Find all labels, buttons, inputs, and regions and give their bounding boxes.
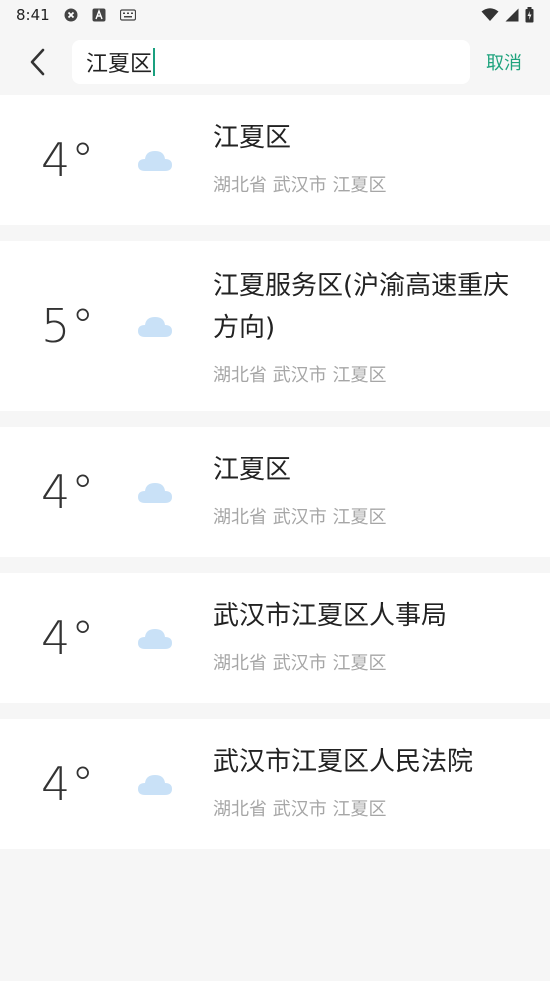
cloud-icon — [138, 483, 172, 503]
result-texts: 江夏服务区(沪渝高速重庆方向) 湖北省 武汉市 江夏区 — [213, 265, 530, 387]
temperature: 4° — [41, 133, 96, 187]
cloud-icon — [138, 151, 172, 171]
list-item[interactable]: 4° 武汉市江夏区人事局 湖北省 武汉市 江夏区 — [0, 573, 550, 703]
status-right — [481, 7, 534, 23]
place-name: 武汉市江夏区人民法院 — [213, 747, 474, 777]
screen: 8:41 江夏区 取消 4° 江夏区 湖北省 武汉市 江夏区 5° 江夏服务区(… — [0, 0, 550, 981]
cancel-button[interactable]: 取消 — [486, 49, 522, 75]
result-texts: 江夏区 湖北省 武汉市 江夏区 — [213, 449, 530, 529]
results-list: 4° 江夏区 湖北省 武汉市 江夏区 5° 江夏服务区(沪渝高速重庆方向) 湖北… — [0, 95, 550, 865]
temperature: 4° — [41, 465, 96, 519]
result-texts: 江夏区 湖北省 武汉市 江夏区 — [213, 117, 530, 197]
status-left: 8:41 — [16, 6, 136, 24]
place-name: 江夏服务区(沪渝高速重庆方向) — [213, 271, 510, 343]
search-input[interactable]: 江夏区 — [72, 40, 470, 84]
region-text: 湖北省 武汉市 江夏区 — [213, 365, 387, 386]
list-item[interactable]: 4° 江夏区 湖北省 武汉市 江夏区 — [0, 427, 550, 557]
keyboard-icon — [119, 9, 136, 21]
wifi-icon — [481, 8, 499, 22]
place-name: 江夏区 — [213, 123, 292, 153]
place-name: 江夏区 — [213, 455, 292, 485]
signal-icon — [505, 8, 519, 22]
cloud-icon — [138, 317, 172, 337]
status-bar: 8:41 — [0, 0, 550, 30]
search-input-value: 江夏区 — [86, 52, 153, 77]
list-item[interactable]: 4° 江夏区 湖北省 武汉市 江夏区 — [0, 95, 550, 225]
back-button[interactable] — [18, 42, 58, 82]
region-text: 湖北省 武汉市 江夏区 — [213, 653, 387, 674]
temperature: 5° — [41, 299, 96, 353]
temperature: 4° — [41, 757, 96, 811]
notification-x-icon — [64, 8, 78, 22]
text-cursor — [153, 48, 156, 76]
search-header: 江夏区 取消 — [0, 30, 550, 94]
region-text: 湖北省 武汉市 江夏区 — [213, 507, 387, 528]
chevron-left-icon — [30, 48, 45, 76]
list-item[interactable]: 5° 江夏服务区(沪渝高速重庆方向) 湖北省 武汉市 江夏区 — [0, 241, 550, 411]
status-time: 8:41 — [16, 6, 50, 24]
temperature: 4° — [41, 611, 96, 665]
result-texts: 武汉市江夏区人事局 湖北省 武汉市 江夏区 — [213, 595, 530, 675]
region-text: 湖北省 武汉市 江夏区 — [213, 175, 387, 196]
result-texts: 武汉市江夏区人民法院 湖北省 武汉市 江夏区 — [213, 741, 530, 821]
place-name: 武汉市江夏区人事局 — [213, 601, 448, 631]
cloud-icon — [138, 775, 172, 795]
battery-icon — [525, 7, 534, 23]
region-text: 湖北省 武汉市 江夏区 — [213, 799, 387, 820]
list-item[interactable]: 4° 武汉市江夏区人民法院 湖北省 武汉市 江夏区 — [0, 719, 550, 849]
text-a-icon — [92, 8, 106, 22]
cloud-icon — [138, 629, 172, 649]
